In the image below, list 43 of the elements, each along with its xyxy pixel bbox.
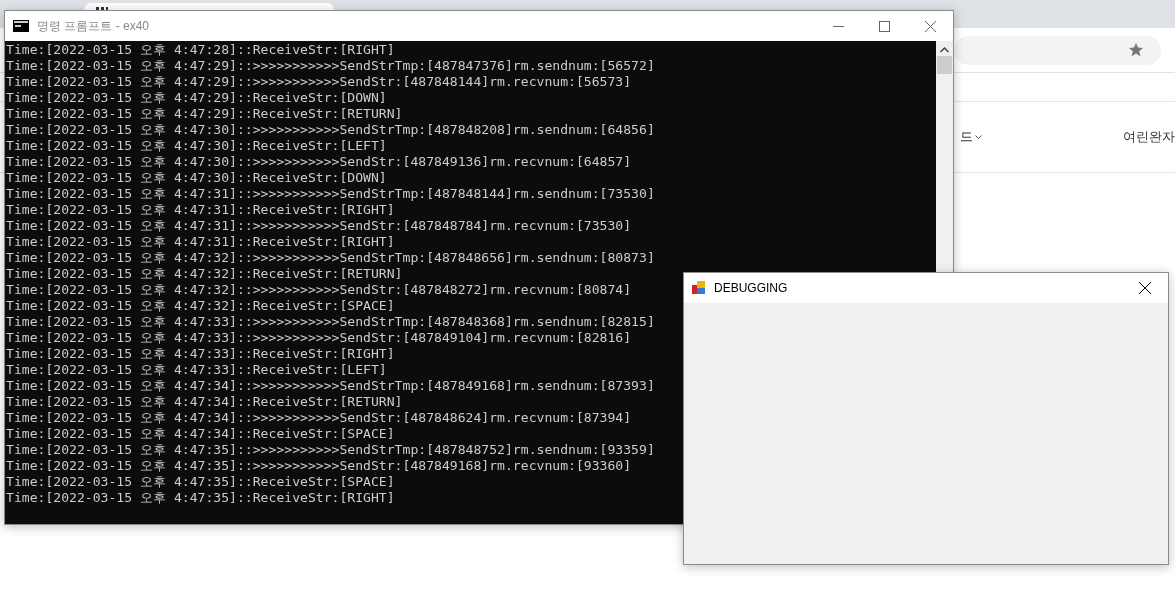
console-line: Time:[2022-03-15 오후 4:47:31]::>>>>>>>>>>>SendStr:[487848784]rm.recvnum:[73530] xyxy=(5,218,632,234)
console-line: Time:[2022-03-15 오후 4:47:29]::>>>>>>>>>>>SendStr:[487848144]rm.recvnum:[56573] xyxy=(5,74,632,90)
console-line: Time:[2022-03-15 오후 4:47:35]::ReceiveStr:[RIGHT] xyxy=(5,490,395,506)
console-line: Time:[2022-03-15 오후 4:47:30]::>>>>>>>>>>>SendStrTmp:[487848208]rm.sendnum:[64856] xyxy=(5,122,655,138)
close-icon xyxy=(1139,282,1151,294)
console-line: Time:[2022-03-15 오후 4:47:31]::ReceiveStr:[RIGHT] xyxy=(5,234,395,250)
nav-link[interactable]: 여린완자 xyxy=(1123,128,1175,146)
console-line: Time:[2022-03-15 오후 4:47:31]::>>>>>>>>>>>SendStrTmp:[487848144]rm.sendnum:[73530] xyxy=(5,186,655,202)
console-line: Time:[2022-03-15 오후 4:47:32]::>>>>>>>>>>>SendStrTmp:[487848656]rm.sendnum:[80873] xyxy=(5,250,655,266)
console-line: Time:[2022-03-15 오후 4:47:35]::>>>>>>>>>>>SendStr:[487849168]rm.recvnum:[93360] xyxy=(5,458,632,474)
scroll-thumb[interactable] xyxy=(937,56,952,74)
console-line: Time:[2022-03-15 오후 4:47:34]::>>>>>>>>>>>SendStr:[487848624]rm.recvnum:[87394] xyxy=(5,410,632,426)
console-line: Time:[2022-03-15 오후 4:47:34]::>>>>>>>>>>>SendStrTmp:[487849168]rm.sendnum:[87393] xyxy=(5,378,655,394)
console-line: Time:[2022-03-15 오후 4:47:33]::ReceiveStr:[RIGHT] xyxy=(5,346,395,362)
window-title: DEBUGGING xyxy=(714,281,789,295)
console-line: Time:[2022-03-15 오후 4:47:33]::>>>>>>>>>>>SendStrTmp:[487848368]rm.sendnum:[82815] xyxy=(5,314,655,330)
app-icon xyxy=(692,281,706,295)
scroll-up-icon xyxy=(940,47,949,53)
console-line: Time:[2022-03-15 오후 4:47:30]::ReceiveStr:[DOWN] xyxy=(5,170,387,186)
console-line: Time:[2022-03-15 오후 4:47:30]::>>>>>>>>>>>SendStr:[487849136]rm.recvnum:[64857] xyxy=(5,154,632,170)
browser-tab[interactable] xyxy=(84,3,334,10)
console-line: Time:[2022-03-15 오후 4:47:35]::ReceiveStr:[SPACE] xyxy=(5,474,395,490)
maximize-icon xyxy=(878,20,890,32)
dots-icon xyxy=(96,7,108,10)
console-line: Time:[2022-03-15 오후 4:47:28]::ReceiveStr:[RIGHT] xyxy=(5,42,395,58)
console-line: Time:[2022-03-15 오후 4:47:32]::ReceiveStr:[SPACE] xyxy=(5,298,395,314)
console-line: Time:[2022-03-15 오후 4:47:33]::>>>>>>>>>>>SendStr:[487849104]rm.recvnum:[82816] xyxy=(5,330,632,346)
address-bar[interactable] xyxy=(954,35,1161,65)
console-line: Time:[2022-03-15 오후 4:47:35]::>>>>>>>>>>>SendStrTmp:[487848752]rm.sendnum:[93359] xyxy=(5,442,655,458)
console-line: Time:[2022-03-15 오후 4:47:29]::ReceiveStr:[DOWN] xyxy=(5,90,387,106)
console-line: Time:[2022-03-15 오후 4:47:31]::ReceiveStr:[RIGHT] xyxy=(5,202,395,218)
console-line: Time:[2022-03-15 오후 4:47:34]::ReceiveStr:[SPACE] xyxy=(5,426,395,442)
console-line: Time:[2022-03-15 오후 4:47:32]::ReceiveStr:[RETURN] xyxy=(5,266,403,282)
console-line: Time:[2022-03-15 오후 4:47:29]::>>>>>>>>>>>SendStrTmp:[487847376]rm.sendnum:[56572] xyxy=(5,58,655,74)
nav-link[interactable]: 드 xyxy=(960,128,982,146)
console-icon xyxy=(13,20,29,32)
window-title: 명령 프롬프트 - ex40 xyxy=(37,17,151,35)
console-line: Time:[2022-03-15 오후 4:47:34]::ReceiveStr:[RETURN] xyxy=(5,394,403,410)
console-line: Time:[2022-03-15 오후 4:47:32]::>>>>>>>>>>>SendStr:[487848272]rm.recvnum:[80874] xyxy=(5,282,632,298)
console-line: Time:[2022-03-15 오후 4:47:29]::ReceiveStr:[RETURN] xyxy=(5,106,403,122)
close-icon xyxy=(924,20,936,32)
console-line: Time:[2022-03-15 오후 4:47:33]::ReceiveStr:[LEFT] xyxy=(5,362,387,378)
console-line: Time:[2022-03-15 오후 4:47:30]::ReceiveStr:[LEFT] xyxy=(5,138,387,154)
